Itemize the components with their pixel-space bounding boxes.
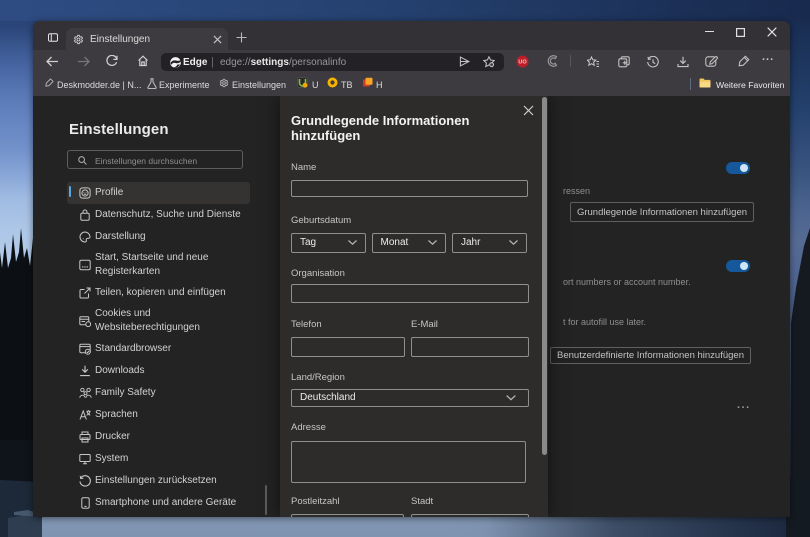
svg-text:UO: UO: [518, 60, 527, 66]
